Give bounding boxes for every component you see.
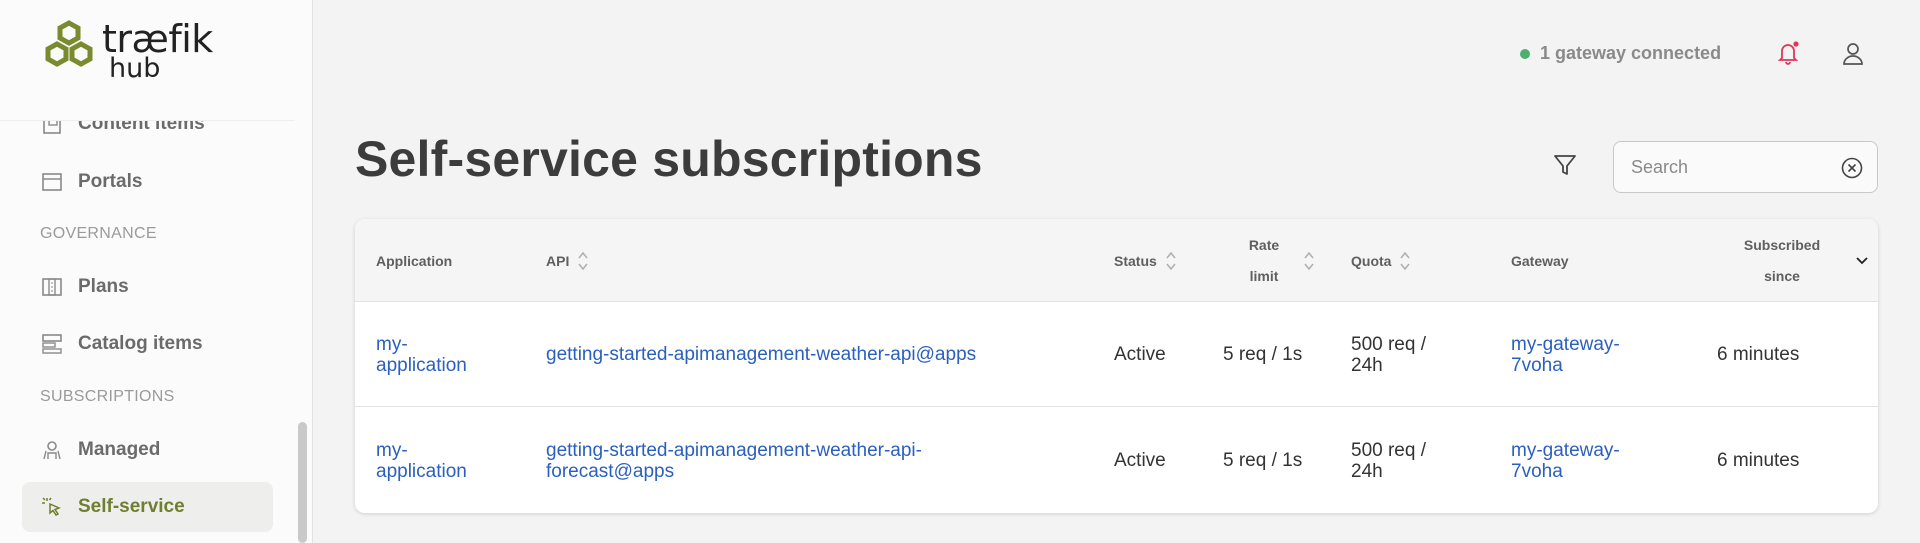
column-subscribed-since[interactable]: Subscribed since (1732, 219, 1868, 302)
subscriptions-table: Application API Status Rate limit Quota … (355, 219, 1878, 513)
sidebar: træfik hub Content items Portals GOVERNA… (0, 0, 313, 543)
notifications-bell-icon[interactable] (1776, 40, 1802, 66)
sidebar-item-label: Plans (78, 276, 129, 297)
sidebar-item-label: Content items (78, 120, 205, 134)
status-dot-icon (1520, 48, 1530, 59)
column-quota[interactable]: Quota (1351, 219, 1411, 302)
filter-icon[interactable] (1552, 152, 1578, 178)
api-link[interactable]: getting-started-apimanagement-weather-ap… (546, 302, 976, 407)
column-gateway: Gateway (1511, 252, 1569, 269)
quota-cell: 500 req /24h (1351, 439, 1426, 482)
status-cell: Active (1114, 450, 1166, 471)
sidebar-item-self-service[interactable]: Self-service (22, 482, 273, 532)
sidebar-nav: Content items Portals GOVERNANCE Plans C… (0, 120, 295, 543)
rate-limit-cell: 5 req / 1s (1223, 344, 1303, 365)
api-link[interactable]: getting-started-apimanagement-weather-ap… (546, 408, 922, 513)
search-box (1613, 141, 1878, 193)
sidebar-item-catalog-items[interactable]: Catalog items (22, 319, 273, 369)
traefik-hub-logo[interactable]: træfik hub (40, 20, 213, 90)
sidebar-item-content-items[interactable]: Content items (22, 120, 273, 149)
sort-icon[interactable] (1165, 250, 1177, 272)
table-header: Application API Status Rate limit Quota … (355, 219, 1878, 302)
sidebar-item-portals[interactable]: Portals (22, 157, 273, 207)
application-link[interactable]: my-application (376, 302, 467, 407)
sidebar-item-label: Self-service (78, 496, 185, 517)
chevron-down-icon[interactable] (1856, 256, 1868, 266)
managed-icon (40, 438, 64, 462)
sidebar-item-managed[interactable]: Managed (22, 425, 273, 475)
sidebar-scrollbar[interactable] (298, 422, 307, 543)
status-cell: Active (1114, 344, 1166, 365)
subscribed-since-cell: 6 minutes (1717, 450, 1800, 471)
gateway-link[interactable]: my-gateway- 7voha (1511, 408, 1620, 513)
sidebar-item-plans[interactable]: Plans (22, 262, 273, 312)
column-rate-limit[interactable]: Rate limit (1239, 219, 1315, 302)
gateway-status[interactable]: 1 gateway connected (1520, 43, 1721, 64)
sort-icon[interactable] (1303, 250, 1315, 272)
sidebar-item-label: Managed (78, 439, 161, 460)
search-input[interactable] (1631, 156, 1821, 178)
portal-icon (40, 170, 64, 194)
sidebar-item-label: Portals (78, 171, 143, 192)
gateway-status-text: 1 gateway connected (1540, 43, 1722, 63)
quota-cell: 500 req /24h (1351, 333, 1426, 376)
content-items-icon (40, 121, 64, 136)
column-status[interactable]: Status (1114, 219, 1177, 302)
application-link[interactable]: my-application (376, 408, 467, 513)
clear-search-icon[interactable] (1841, 157, 1863, 179)
column-application: Application (376, 252, 453, 269)
hexagon-logo-icon (45, 20, 93, 67)
page-title: Self-service subscriptions (355, 131, 983, 187)
column-api[interactable]: API (546, 219, 589, 302)
section-subscriptions: SUBSCRIPTIONS (40, 388, 175, 405)
subscribed-since-cell: 6 minutes (1717, 344, 1800, 365)
catalog-icon (40, 332, 64, 356)
sort-icon[interactable] (577, 250, 589, 272)
sort-icon[interactable] (1399, 250, 1411, 272)
rate-limit-cell: 5 req / 1s (1223, 450, 1303, 471)
table-row: my-application getting-started-apimanage… (355, 408, 1878, 513)
table-row: my-application getting-started-apimanage… (355, 302, 1878, 407)
section-governance: GOVERNANCE (40, 225, 157, 242)
user-profile-icon[interactable] (1842, 42, 1864, 66)
sidebar-item-label: Catalog items (78, 333, 203, 354)
plans-icon (40, 275, 64, 299)
cursor-click-icon (40, 495, 64, 519)
gateway-link[interactable]: my-gateway- 7voha (1511, 302, 1620, 407)
